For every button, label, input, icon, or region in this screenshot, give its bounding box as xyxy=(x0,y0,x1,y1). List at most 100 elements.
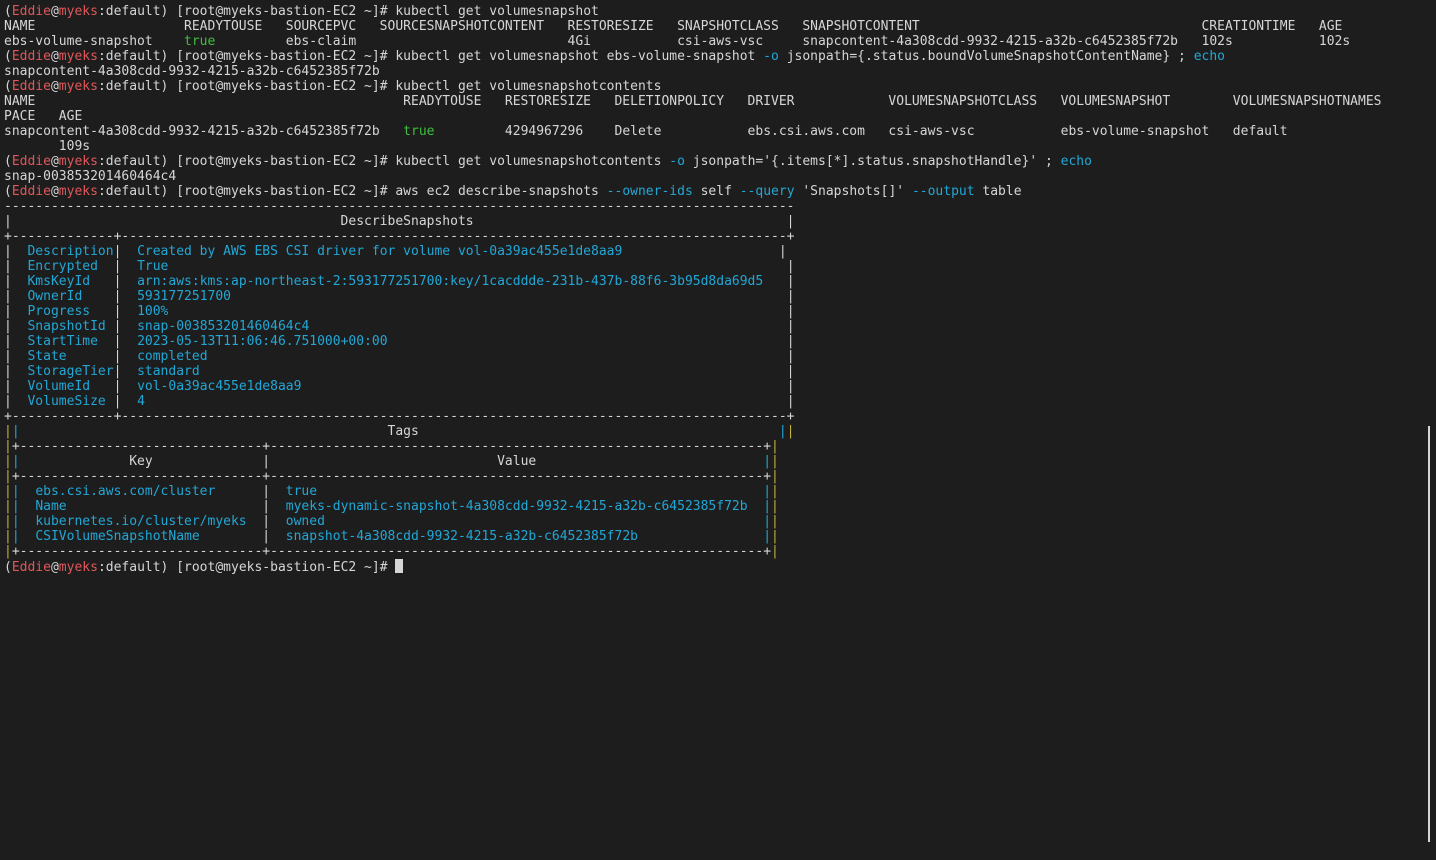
terminal-text: | xyxy=(4,544,12,559)
terminal-text: | xyxy=(113,244,138,259)
terminal-text: :default) [root@myeks-bastion-EC2 ~]# ku… xyxy=(97,49,764,64)
terminal-text: | xyxy=(4,304,28,319)
terminal-text: | xyxy=(231,289,795,304)
terminal-text: | xyxy=(11,499,20,514)
terminal-text: | xyxy=(113,364,138,379)
terminal-line: snapcontent-4a308cdd-9932-4215-a32b-c645… xyxy=(4,64,1382,79)
terminal-line: (Eddie@myeks:default) [root@myeks-bastio… xyxy=(4,79,1382,94)
terminal-text: | xyxy=(309,319,795,334)
terminal-text: :default) [root@myeks-bastion-EC2 ~]# ku… xyxy=(97,79,662,94)
terminal-text: myeks xyxy=(58,154,98,169)
terminal-text: +-------------------------------+-------… xyxy=(11,544,772,559)
text-cursor[interactable] xyxy=(395,559,404,573)
terminal-text: | xyxy=(246,514,286,529)
terminal-text: | xyxy=(771,454,779,469)
terminal-text: State xyxy=(27,349,67,364)
terminal-text: arn:aws:kms:ap-northeast-2:593177251700:… xyxy=(137,274,764,289)
terminal-text: | xyxy=(4,469,12,484)
terminal-text: | xyxy=(4,499,12,514)
terminal-line: ----------------------------------------… xyxy=(4,199,1382,214)
terminal-text: self xyxy=(692,184,740,199)
terminal-text: myeks xyxy=(58,560,98,575)
terminal-text: | xyxy=(11,484,20,499)
terminal-text: true xyxy=(184,34,216,49)
terminal-line: PACE AGE xyxy=(4,109,1382,124)
terminal-text: | xyxy=(4,364,28,379)
terminal-text: :default) [root@myeks-bastion-EC2 ~]# ku… xyxy=(97,4,599,19)
terminal-line: | Description| Created by AWS EBS CSI dr… xyxy=(4,244,1382,259)
terminal-line: | Progress | 100% | xyxy=(4,304,1382,319)
terminal-text: | xyxy=(168,259,795,274)
terminal-text: | xyxy=(4,319,28,334)
terminal-text: Eddie xyxy=(11,560,51,575)
terminal-line: | Encrypted | True | xyxy=(4,259,1382,274)
terminal-text: | xyxy=(387,334,795,349)
terminal-text: @ xyxy=(50,154,59,169)
terminal-text: myeks-dynamic-snapshot-4a308cdd-9932-421… xyxy=(285,499,748,514)
terminal-text: +-------------+-------------------------… xyxy=(4,409,795,424)
terminal-text: | DescribeSnapshots | xyxy=(4,214,795,229)
terminal-text: Description xyxy=(27,244,114,259)
terminal-text: | xyxy=(771,514,779,529)
terminal-text: | xyxy=(199,364,795,379)
terminal-line: | StartTime | 2023-05-13T11:06:46.751000… xyxy=(4,334,1382,349)
terminal-text: 2023-05-13T11:06:46.751000+00:00 xyxy=(137,334,388,349)
terminal-text: | xyxy=(90,379,138,394)
terminal-line: |+-------------------------------+------… xyxy=(4,439,1382,454)
terminal-text: :default) [root@myeks-bastion-EC2 ~]# aw… xyxy=(97,184,607,199)
terminal-line: || ebs.csi.aws.com/cluster | true || xyxy=(4,484,1382,499)
terminal-text: VolumeId xyxy=(27,379,91,394)
terminal-window[interactable]: (Eddie@myeks:default) [root@myeks-bastio… xyxy=(0,0,1436,860)
terminal-text: ebs.csi.aws.com/cluster xyxy=(35,484,216,499)
terminal-text: 109s xyxy=(4,139,91,154)
terminal-text: myeks xyxy=(58,4,98,19)
terminal-text: | xyxy=(4,484,12,499)
terminal-text: :default) [root@myeks-bastion-EC2 ~]# xyxy=(97,560,396,575)
terminal-text: StartTime xyxy=(27,334,98,349)
terminal-text: | xyxy=(11,514,20,529)
terminal-text: | xyxy=(771,499,779,514)
terminal-text: | xyxy=(199,529,286,544)
terminal-text: | xyxy=(4,529,12,544)
terminal-text: | xyxy=(4,379,28,394)
terminal-text: +-------------------------------+-------… xyxy=(11,439,772,454)
terminal-text: | xyxy=(301,379,795,394)
terminal-line: | OwnerId | 593177251700 | xyxy=(4,289,1382,304)
terminal-text: --output xyxy=(911,184,975,199)
terminal-line: |+-------------------------------+------… xyxy=(4,469,1382,484)
terminal-text: | xyxy=(11,424,20,439)
terminal-text: | xyxy=(771,469,779,484)
terminal-text: ( xyxy=(4,79,12,94)
terminal-text: | xyxy=(763,274,795,289)
terminal-text: | xyxy=(4,244,28,259)
terminal-text: snap-003853201460464c4 xyxy=(4,169,177,184)
terminal-line: NAME READYTOUSE RESTORESIZE DELETIONPOLI… xyxy=(4,94,1382,109)
terminal-text: | xyxy=(82,289,138,304)
terminal-text: myeks xyxy=(58,79,98,94)
terminal-text: true xyxy=(403,124,435,139)
terminal-text: Eddie xyxy=(11,184,51,199)
terminal-text: | xyxy=(207,349,795,364)
terminal-line: | State | completed | xyxy=(4,349,1382,364)
terminal-text: | xyxy=(97,259,138,274)
terminal-text: @ xyxy=(50,49,59,64)
terminal-text: | xyxy=(4,274,28,289)
terminal-text: 4 xyxy=(137,394,145,409)
terminal-text: | xyxy=(4,514,12,529)
terminal-text: completed xyxy=(137,349,208,364)
terminal-text: PACE AGE xyxy=(4,109,83,124)
terminal-scrollbar[interactable] xyxy=(1428,426,1430,842)
terminal-text: 100% xyxy=(137,304,169,319)
terminal-text: --query xyxy=(739,184,795,199)
terminal-line: | StorageTier| standard | xyxy=(4,364,1382,379)
terminal-text: | xyxy=(90,274,138,289)
terminal-line: ebs-volume-snapshot true ebs-claim 4Gi c… xyxy=(4,34,1382,49)
terminal-text: ( xyxy=(4,560,12,575)
terminal-text: Name xyxy=(35,499,67,514)
terminal-text: | xyxy=(215,484,286,499)
terminal-line: snapcontent-4a308cdd-9932-4215-a32b-c645… xyxy=(4,124,1382,139)
terminal-text: | xyxy=(4,424,12,439)
